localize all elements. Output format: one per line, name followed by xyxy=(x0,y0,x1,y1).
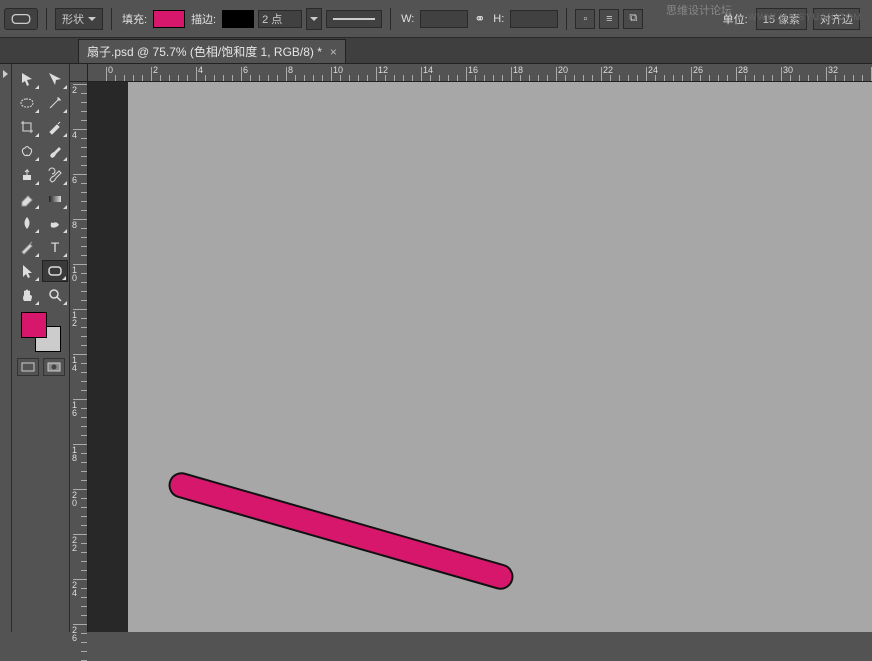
ruler-h-label: 20 xyxy=(558,65,568,75)
chevron-down-icon xyxy=(310,17,318,21)
document-tab-title: 扇子.psd @ 75.7% (色相/饱和度 1, RGB/8) * xyxy=(87,43,322,60)
ruler-v-label: 10 xyxy=(72,266,77,282)
ruler-h-label: 24 xyxy=(648,65,658,75)
width-label: W: xyxy=(401,13,414,25)
move-tool[interactable] xyxy=(14,68,40,90)
brush-tool[interactable] xyxy=(42,140,68,162)
shape-mode-dropdown[interactable]: 形状 xyxy=(55,8,103,30)
ruler-h-label: 6 xyxy=(243,65,248,75)
fill-label: 填充: xyxy=(122,11,147,27)
smudge-tool[interactable] xyxy=(42,212,68,234)
ruler-v-label: 2 xyxy=(72,86,77,94)
stroke-width-dropdown[interactable] xyxy=(306,8,322,30)
ruler-h-label: 30 xyxy=(783,65,793,75)
ruler-origin[interactable] xyxy=(70,64,88,82)
path-combine-button[interactable]: ▫ xyxy=(575,9,595,29)
healing-tool[interactable] xyxy=(14,140,40,162)
color-swatches[interactable] xyxy=(21,312,61,352)
stroke-width-input[interactable] xyxy=(258,10,302,28)
marquee-tool[interactable] xyxy=(14,92,40,114)
standard-mode-button[interactable] xyxy=(17,358,39,376)
ruler-h-label: 16 xyxy=(468,65,478,75)
ruler-h-label: 18 xyxy=(513,65,523,75)
vertical-ruler[interactable]: 2468101214161820222426 xyxy=(70,64,88,632)
ruler-v-label: 14 xyxy=(72,356,77,372)
ruler-h-label: 0 xyxy=(108,65,113,75)
stroke-label: 描边: xyxy=(191,11,216,27)
ruler-h-label: 28 xyxy=(738,65,748,75)
ruler-v-label: 4 xyxy=(72,131,77,139)
type-tool[interactable]: T xyxy=(42,236,68,258)
eyedropper-tool[interactable] xyxy=(42,116,68,138)
ruler-h-label: 10 xyxy=(333,65,343,75)
ruler-v-label: 20 xyxy=(72,491,77,507)
gradient-tool[interactable] xyxy=(42,188,68,210)
workspace: 2468101214161820222426 02468101214161820… xyxy=(70,64,872,632)
ruler-h-label: 12 xyxy=(378,65,388,75)
pen-tool[interactable] xyxy=(14,236,40,258)
blur-tool[interactable] xyxy=(14,212,40,234)
ruler-v-label: 18 xyxy=(72,446,77,462)
tool-preset-picker[interactable] xyxy=(4,8,38,30)
hand-tool[interactable] xyxy=(14,284,40,306)
height-input[interactable] xyxy=(510,10,558,28)
stroke-color-swatch[interactable] xyxy=(222,10,254,28)
pixel-value[interactable]: 15 像素 xyxy=(756,8,807,30)
options-bar: 形状 填充: 描边: W: ⚭ H: ▫ ≡ ⧉ 单位: 15 像素 对齐边 xyxy=(0,0,872,38)
artboard-tool[interactable] xyxy=(42,68,68,90)
svg-text:T: T xyxy=(50,239,59,255)
canvas-viewport[interactable] xyxy=(88,82,872,632)
rounded-rectangle-shape[interactable] xyxy=(167,470,516,591)
ruler-v-label: 6 xyxy=(72,176,77,184)
crop-tool[interactable] xyxy=(14,116,40,138)
unit-label: 单位: xyxy=(723,11,748,27)
tool-panel: T xyxy=(12,64,70,632)
fill-color-swatch[interactable] xyxy=(153,10,185,28)
magic-wand-tool[interactable] xyxy=(42,92,68,114)
width-input[interactable] xyxy=(420,10,468,28)
link-wh-icon[interactable]: ⚭ xyxy=(474,11,485,27)
close-icon[interactable]: × xyxy=(330,45,337,59)
shape-mode-label: 形状 xyxy=(62,11,84,27)
panel-collapse-strip[interactable] xyxy=(0,64,12,632)
document-tab[interactable]: 扇子.psd @ 75.7% (色相/饱和度 1, RGB/8) * × xyxy=(78,39,346,63)
expand-icon xyxy=(3,70,8,78)
ruler-v-label: 8 xyxy=(72,221,77,229)
clone-tool[interactable] xyxy=(14,164,40,186)
path-align-button[interactable]: ≡ xyxy=(599,9,619,29)
ruler-v-label: 22 xyxy=(72,536,77,552)
history-brush-tool[interactable] xyxy=(42,164,68,186)
rounded-rectangle-tool[interactable] xyxy=(42,260,68,282)
ruler-h-label: 26 xyxy=(693,65,703,75)
ruler-v-label: 26 xyxy=(72,626,77,642)
align-edges-button[interactable]: 对齐边 xyxy=(813,8,860,30)
ruler-v-label: 16 xyxy=(72,401,77,417)
ruler-h-label: 22 xyxy=(603,65,613,75)
canvas-shape-layer xyxy=(88,82,872,632)
document-tab-bar: 扇子.psd @ 75.7% (色相/饱和度 1, RGB/8) * × xyxy=(0,38,872,64)
foreground-color-swatch[interactable] xyxy=(21,312,47,338)
ruler-h-label: 14 xyxy=(423,65,433,75)
ruler-v-label: 12 xyxy=(72,311,77,327)
ruler-h-label: 8 xyxy=(288,65,293,75)
path-select-tool[interactable] xyxy=(14,260,40,282)
eraser-tool[interactable] xyxy=(14,188,40,210)
quick-mask-row xyxy=(17,358,65,376)
path-arrange-button[interactable]: ⧉ xyxy=(623,9,643,29)
chevron-down-icon xyxy=(88,17,96,21)
ruler-h-label: 2 xyxy=(153,65,158,75)
height-label: H: xyxy=(493,13,504,25)
stroke-style-picker[interactable] xyxy=(326,10,382,28)
quick-mask-button[interactable] xyxy=(43,358,65,376)
ruler-h-label: 32 xyxy=(828,65,838,75)
horizontal-ruler[interactable]: 0246810121416182022242628303234 xyxy=(88,64,872,82)
ruler-v-label: 24 xyxy=(72,581,77,597)
ruler-h-label: 4 xyxy=(198,65,203,75)
zoom-tool[interactable] xyxy=(42,284,68,306)
